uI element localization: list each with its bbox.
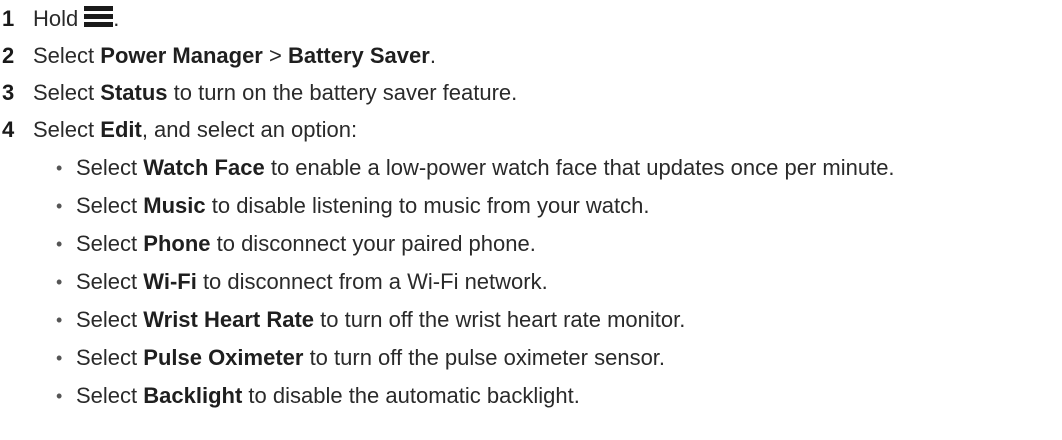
- bullet-text-post: to disconnect your paired phone.: [210, 231, 536, 256]
- bullet-text-pre: Select: [76, 231, 144, 256]
- step-text-pre: Select: [33, 80, 101, 105]
- bullet-text-post: to turn off the pulse oximeter sensor.: [303, 345, 666, 370]
- instructions-page: 1 Hold. 2 Select Power Manager > Battery…: [0, 0, 1062, 440]
- bullet-text: Select Music to disable listening to mus…: [76, 193, 649, 219]
- step-number: 2: [2, 43, 15, 68]
- option-wifi: Wi-Fi: [143, 269, 197, 294]
- option-watch-face: Watch Face: [143, 155, 265, 180]
- bullet-icon: •: [56, 385, 63, 406]
- step-text-post: .: [113, 6, 120, 31]
- step-number: 4: [2, 117, 15, 142]
- bullet-text: Select Wi-Fi to disconnect from a Wi-Fi …: [76, 269, 548, 295]
- bullet-icon: •: [56, 157, 63, 178]
- step-text: Select Status to turn on the battery sav…: [33, 80, 517, 106]
- step-number: 3: [2, 80, 15, 105]
- bullet-icon: •: [56, 271, 63, 292]
- bullet-text-pre: Select: [76, 155, 144, 180]
- option-music: Music: [143, 193, 206, 218]
- menu-path-battery-saver: Battery Saver: [287, 43, 430, 68]
- step-text-pre: Select: [33, 117, 101, 142]
- bullet-text-pre: Select: [76, 193, 144, 218]
- option-edit: Edit: [100, 117, 142, 142]
- bullet-icon: •: [56, 309, 63, 330]
- step-text: Select Power Manager > Battery Saver.: [33, 43, 436, 69]
- step-text: Select Edit, and select an option:: [33, 117, 357, 143]
- step-text: Hold.: [33, 6, 119, 32]
- bullet-text: Select Watch Face to enable a low-power …: [76, 155, 895, 181]
- bullet-text-post: to disable listening to music from your …: [205, 193, 650, 218]
- step-text-separator: >: [262, 43, 288, 68]
- bullet-text: Select Backlight to disable the automati…: [76, 383, 580, 409]
- bullet-text-post: to enable a low-power watch face that up…: [264, 155, 895, 180]
- menu-path-power-manager: Power Manager: [100, 43, 263, 68]
- bullet-icon: •: [56, 195, 63, 216]
- option-backlight: Backlight: [143, 383, 243, 408]
- bullet-text-pre: Select: [76, 307, 144, 332]
- bullet-text-pre: Select: [76, 383, 144, 408]
- step-number: 1: [2, 6, 15, 31]
- option-status: Status: [100, 80, 168, 105]
- bullet-text-post: to disconnect from a Wi-Fi network.: [196, 269, 548, 294]
- step-text-pre: Select: [33, 43, 101, 68]
- option-wrist-heart-rate: Wrist Heart Rate: [143, 307, 315, 332]
- bullet-icon: •: [56, 347, 63, 368]
- bullet-text: Select Phone to disconnect your paired p…: [76, 231, 536, 257]
- bullet-text-pre: Select: [76, 345, 144, 370]
- step-text-post: , and select an option:: [141, 117, 358, 142]
- menu-icon: [84, 6, 114, 28]
- option-pulse-oximeter: Pulse Oximeter: [143, 345, 304, 370]
- step-text-pre: Hold: [33, 6, 79, 31]
- step-text-post: .: [429, 43, 436, 68]
- bullet-text-pre: Select: [76, 269, 144, 294]
- bullet-text: Select Wrist Heart Rate to turn off the …: [76, 307, 685, 333]
- bullet-text-post: to turn off the wrist heart rate monitor…: [314, 307, 686, 332]
- bullet-text: Select Pulse Oximeter to turn off the pu…: [76, 345, 665, 371]
- bullet-text-post: to disable the automatic backlight.: [242, 383, 580, 408]
- step-text-post: to turn on the battery saver feature.: [167, 80, 518, 105]
- option-phone: Phone: [143, 231, 211, 256]
- bullet-icon: •: [56, 233, 63, 254]
